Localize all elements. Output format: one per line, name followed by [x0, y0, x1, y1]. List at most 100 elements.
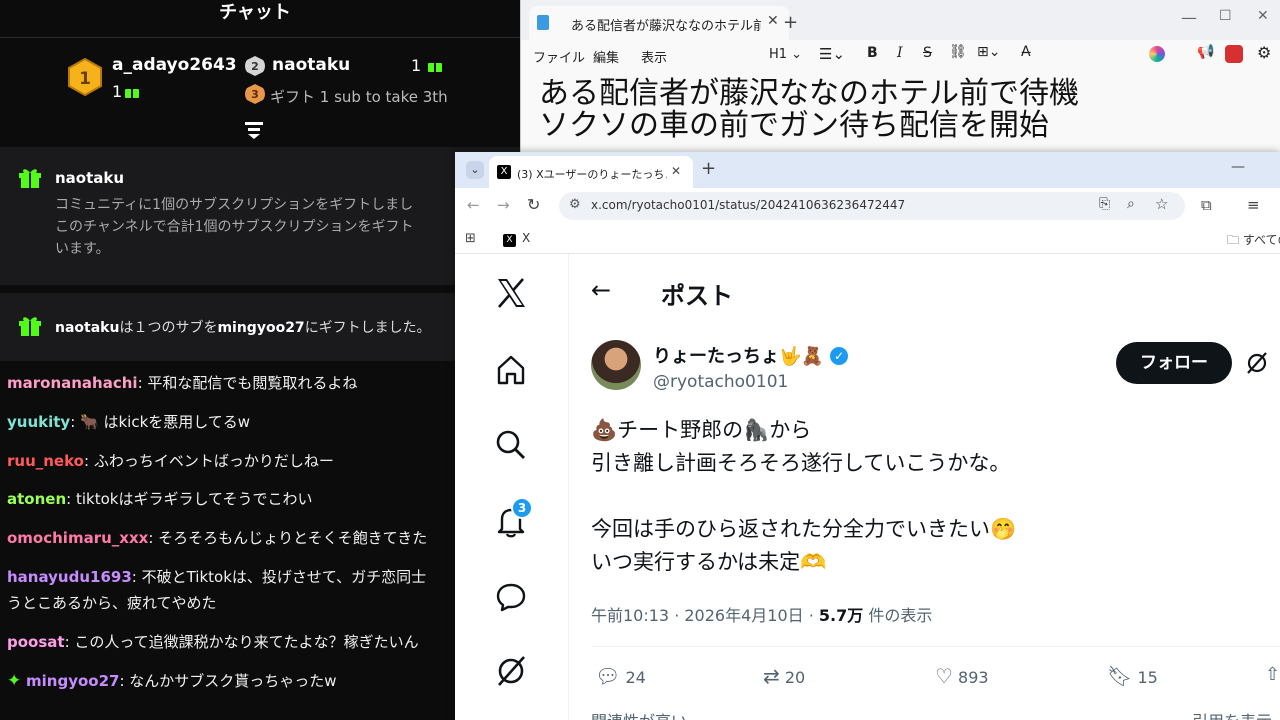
- account-icon[interactable]: [1225, 45, 1243, 63]
- reading-list-icon[interactable]: ≡: [1247, 196, 1260, 214]
- install-icon[interactable]: ⎘: [1099, 196, 1110, 212]
- chat-username[interactable]: hanayudu1693: [7, 568, 132, 586]
- close-tab-icon[interactable]: ✕: [767, 13, 779, 29]
- follow-button[interactable]: フォロー: [1116, 342, 1232, 384]
- gift-icon: [18, 315, 42, 337]
- chat-message-text: : ふわっちイベントばっかりだしねー: [84, 452, 334, 470]
- menu-view[interactable]: 表示: [641, 47, 667, 66]
- bold-icon[interactable]: B: [867, 45, 878, 61]
- gift-card-line2: このチャンネルで合計1個のサブスクリプションをギフト: [55, 219, 414, 235]
- home-icon[interactable]: [494, 353, 528, 387]
- site-info-icon[interactable]: ⚙: [569, 197, 581, 212]
- avatar[interactable]: [591, 340, 641, 390]
- sort-relevance[interactable]: 関連性が高い: [591, 708, 687, 720]
- new-tab-icon[interactable]: +: [783, 12, 798, 33]
- chat-message-text: : 平和な配信でも閲覧取れるよね: [137, 374, 358, 392]
- chat-username[interactable]: omochimaru_xxx: [7, 529, 148, 547]
- chat-message: ruu_neko: ふわっちイベントばっかりだしねー: [7, 450, 334, 472]
- share-icon[interactable]: ⇧: [1265, 664, 1280, 685]
- table-icon[interactable]: ⊞⌄: [977, 44, 1000, 60]
- view-quotes[interactable]: 引用を表示: [1192, 708, 1272, 720]
- close-tab-icon[interactable]: ✕: [671, 164, 681, 178]
- chat-username[interactable]: maronanahachi: [7, 374, 138, 392]
- post-meta: 午前10:13 · 2026年4月10日 · 5.7万 件の表示: [591, 602, 932, 626]
- search-icon[interactable]: [494, 428, 528, 462]
- gift-sub-recipient[interactable]: mingyoo27: [217, 320, 304, 336]
- x-logo-icon[interactable]: [494, 276, 528, 310]
- bookmark-button[interactable]: 🔖︎ 15: [1107, 664, 1158, 688]
- grok-explain-icon[interactable]: [1245, 351, 1269, 375]
- tab-search-icon[interactable]: ⌄: [466, 161, 484, 179]
- gift-sub-mid: は１つのサブを: [119, 320, 218, 336]
- view-label: 件の表示: [863, 606, 933, 625]
- settings-gear-icon[interactable]: ⚙: [1257, 43, 1271, 62]
- strikethrough-icon[interactable]: S: [923, 45, 932, 61]
- menu-edit[interactable]: 編集: [593, 47, 619, 66]
- repost-button[interactable]: ⇄ 20: [763, 664, 805, 688]
- apps-grid-icon[interactable]: ⊞: [465, 231, 476, 246]
- gift-card-line1: コミュニティに1個のサブスクリプションをギフトしまし: [55, 197, 414, 213]
- collapse-gifters-icon[interactable]: [243, 120, 265, 140]
- italic-icon[interactable]: I: [897, 45, 903, 61]
- all-bookmarks[interactable]: 🗀 すべての: [1227, 231, 1280, 252]
- chat-username[interactable]: mingyoo27: [26, 672, 119, 690]
- back-arrow-icon[interactable]: ←: [591, 276, 611, 304]
- forward-icon[interactable]: →: [497, 196, 510, 214]
- back-icon[interactable]: ←: [467, 196, 480, 214]
- chat-message-text: : 🐂 はkickを悪用してるw: [70, 413, 251, 431]
- minimize-icon[interactable]: —: [1231, 159, 1245, 175]
- grok-icon[interactable]: [494, 654, 528, 688]
- gift-sub-gifter[interactable]: naotaku: [55, 320, 119, 336]
- like-button[interactable]: ♡ 893: [935, 664, 989, 688]
- announce-icon[interactable]: 📢: [1197, 44, 1214, 60]
- chat-message: ✦ mingyoo27: なんかサブスク貰っちゃったw: [7, 670, 337, 692]
- bookmark-star-icon[interactable]: ☆: [1155, 195, 1168, 213]
- author-display-name[interactable]: りょーたっちょ🤟🧸 ✓: [653, 342, 849, 368]
- gift-notification-card: naotaku コミュニティに1個のサブスクリプションをギフトしまし このチャン…: [0, 147, 520, 285]
- link-icon[interactable]: ⛓: [949, 44, 967, 60]
- post-timestamp[interactable]: 午前10:13 · 2026年4月10日 ·: [591, 606, 819, 625]
- chat-username[interactable]: poosat: [7, 633, 65, 651]
- notepad-icon: [537, 15, 549, 30]
- heart-icon: ♡: [935, 664, 953, 688]
- heading-dropdown[interactable]: H1 ⌄: [769, 47, 802, 62]
- chat-message-text: : この人って追徴課税かなり来てたよな？稼ぎたいん: [64, 633, 419, 651]
- chat-message: hanayudu1693: 不破とTiktokは、投げさせて、ガチ恋同士: [7, 566, 426, 588]
- address-bar[interactable]: ⚙ x.com/ryotacho0101/status/204241063623…: [559, 192, 1185, 220]
- chat-message: atonen: tiktokはギラギラしてそうでこわい: [7, 488, 313, 510]
- new-tab-icon[interactable]: +: [701, 158, 716, 179]
- chat-message: maronanahachi: 平和な配信でも閲覧取れるよね: [7, 372, 357, 394]
- minimize-icon[interactable]: —: [1181, 8, 1197, 27]
- gifter-3-text: ギフト 1 sub to take 3th: [270, 88, 448, 106]
- gift-sub-card: naotakuは１つのサブをmingyoo27にギフトしました。: [0, 293, 520, 361]
- bookmark-x[interactable]: XX: [503, 231, 530, 247]
- chat-username[interactable]: atonen: [7, 490, 66, 508]
- extensions-icon[interactable]: ⧉: [1201, 196, 1212, 214]
- clear-format-icon[interactable]: A̶: [1021, 44, 1031, 60]
- zoom-icon[interactable]: ⌕: [1127, 196, 1135, 212]
- chat-username[interactable]: yuukity: [7, 413, 70, 431]
- close-window-icon[interactable]: ✕: [1257, 8, 1269, 24]
- rank-1-badge-icon: 1: [68, 58, 102, 96]
- repost-count: 20: [784, 668, 806, 687]
- notepad-tab[interactable]: ある配信者が藤沢ななのホテル前で待機 ✕: [529, 6, 789, 40]
- chat-username[interactable]: ruu_neko: [7, 452, 84, 470]
- gifter-2-count: 1: [411, 56, 443, 75]
- gifter-1-name[interactable]: a_adayo2643: [112, 55, 237, 75]
- gifter-2-name[interactable]: naotaku: [272, 55, 350, 75]
- gift-card-username[interactable]: naotaku: [55, 169, 124, 187]
- messages-icon[interactable]: [494, 580, 528, 614]
- reply-button[interactable]: 💬︎ 24: [595, 664, 646, 688]
- menu-file[interactable]: ファイル: [533, 47, 585, 66]
- gift-sub-end: にギフトしました。: [304, 320, 431, 336]
- reload-icon[interactable]: ↻: [527, 195, 540, 214]
- notepad-content[interactable]: ある配信者が藤沢ななのホテル前で待機 ソクソの車の前でガン待ち配信を開始: [539, 78, 1079, 142]
- maximize-icon[interactable]: ☐: [1219, 8, 1232, 24]
- author-handle[interactable]: @ryotacho0101: [653, 372, 788, 392]
- chat-message-text: : そろそろもんじょりとそくそ飽きてきた: [148, 529, 428, 547]
- divider: [0, 37, 520, 38]
- list-icon[interactable]: ☰⌄: [819, 45, 845, 63]
- browser-tab[interactable]: X (3) Xユーザーのりょーたっちょ🤟🧸さ ✕: [489, 156, 693, 188]
- svg-text:1: 1: [79, 69, 91, 89]
- copilot-icon[interactable]: [1149, 46, 1165, 62]
